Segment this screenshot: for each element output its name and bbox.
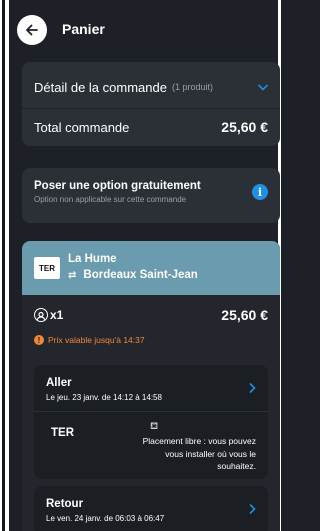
free-option-subtitle: Option non applicable sur cette commande bbox=[34, 195, 187, 204]
outbound-divider bbox=[34, 411, 268, 412]
return-leg[interactable]: Retour Le ven. 24 janv. de 06:03 à 06:47 bbox=[34, 486, 268, 531]
order-detail-label: Détail de la commande bbox=[34, 79, 167, 95]
free-option-title: Poser une option gratuitement bbox=[34, 180, 201, 192]
trip-destination: Bordeaux Saint-Jean bbox=[83, 269, 198, 281]
order-total-value: 25,60 € bbox=[221, 119, 268, 135]
ter-logo: TER bbox=[34, 257, 60, 279]
back-arrow-icon bbox=[26, 24, 38, 36]
return-title: Retour bbox=[46, 498, 84, 510]
passenger-icon bbox=[34, 308, 48, 322]
passenger-price-row: x1 25,60 € bbox=[34, 307, 268, 323]
free-option-card[interactable]: Poser une option gratuitement Option non… bbox=[22, 168, 280, 223]
chevron-right-icon bbox=[249, 504, 256, 514]
left-window-edge bbox=[0, 0, 9, 531]
chevron-down-icon bbox=[258, 84, 268, 91]
train-type: TER bbox=[51, 427, 74, 439]
passenger-count: x1 bbox=[50, 308, 64, 322]
trip-header: TER La Hume ⇄ Bordeaux Saint-Jean bbox=[22, 241, 280, 295]
app-header: Panier bbox=[9, 0, 278, 56]
price-validity-text: Prix valable jusqu'à 14:37 bbox=[48, 335, 145, 345]
swap-icon: ⇄ bbox=[68, 269, 77, 281]
trip-origin: La Hume bbox=[68, 253, 117, 265]
back-button[interactable] bbox=[17, 15, 47, 45]
order-total-label: Total commande bbox=[34, 119, 130, 135]
order-summary-card: Détail de la commande (1 produit) Total … bbox=[22, 62, 280, 146]
outbound-title: Aller bbox=[46, 377, 72, 389]
order-total-row: Total commande 25,60 € bbox=[34, 116, 268, 138]
trip-price: 25,60 € bbox=[221, 307, 268, 323]
warning-icon: ! bbox=[34, 335, 44, 345]
page-title: Panier bbox=[62, 21, 105, 37]
summary-divider bbox=[22, 108, 280, 109]
price-validity: ! Prix valable jusqu'à 14:37 bbox=[34, 335, 145, 345]
placement-info: Placement libre : vous pouvez vous insta… bbox=[142, 436, 256, 471]
outbound-date: Le jeu. 23 janv. de 14:12 à 14:58 bbox=[46, 393, 162, 402]
trip-card: TER La Hume ⇄ Bordeaux Saint-Jean x1 25,… bbox=[22, 241, 280, 531]
return-date: Le ven. 24 janv. de 06:03 à 06:47 bbox=[46, 514, 165, 523]
order-product-count: (1 produit) bbox=[171, 82, 213, 92]
outbound-leg: Aller Le jeu. 23 janv. de 14:12 à 14:58 … bbox=[34, 365, 268, 479]
order-detail-toggle[interactable]: Détail de la commande (1 produit) bbox=[34, 74, 268, 100]
seat-icon: ⛾ bbox=[150, 421, 159, 432]
trip-destination-row: ⇄ Bordeaux Saint-Jean bbox=[68, 269, 198, 281]
info-icon[interactable]: i bbox=[252, 184, 268, 200]
chevron-right-icon bbox=[249, 383, 256, 393]
